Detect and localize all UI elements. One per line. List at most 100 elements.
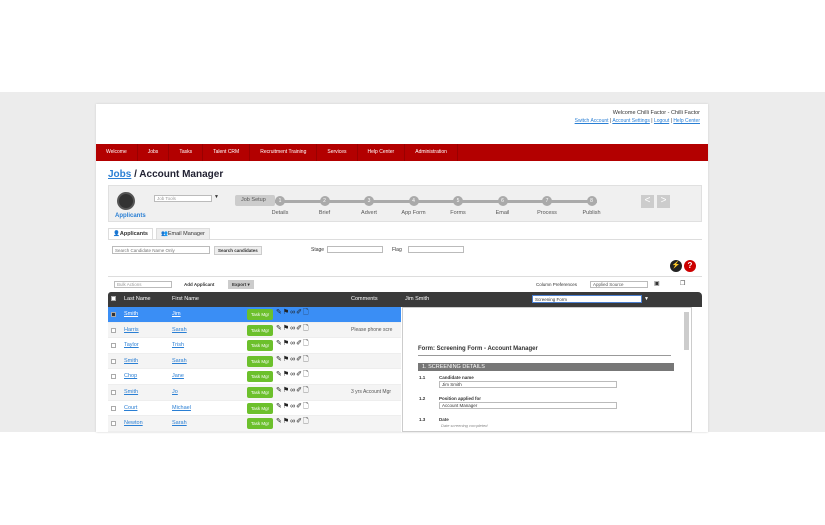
search-candidates-button[interactable]: Search candidates bbox=[214, 246, 262, 255]
table-row[interactable]: Court Michael Task Mgr ✎⚑∞✐🗋 bbox=[108, 401, 401, 417]
row-checkbox[interactable] bbox=[111, 343, 116, 349]
first-name-link[interactable]: Michael bbox=[172, 405, 191, 411]
job-tools-select[interactable]: Job Tools bbox=[154, 195, 212, 202]
first-name-link[interactable]: Sarah bbox=[172, 420, 187, 426]
breadcrumb-jobs-link[interactable]: Jobs bbox=[108, 169, 131, 180]
help-center-link[interactable]: Help Center bbox=[673, 118, 700, 124]
tab-applicants[interactable]: 👤Applicants bbox=[108, 228, 153, 239]
row-checkbox[interactable] bbox=[111, 374, 116, 380]
step-label[interactable]: Process bbox=[527, 210, 567, 216]
job-setup-button[interactable]: Job Setup bbox=[235, 195, 275, 206]
nav-administration[interactable]: Administration bbox=[405, 144, 458, 161]
first-name-link[interactable]: Jim bbox=[172, 311, 181, 317]
step-label[interactable]: Email bbox=[483, 210, 523, 216]
step-1-marker[interactable]: 1 bbox=[275, 196, 285, 206]
popout-icon[interactable]: ❐ bbox=[680, 280, 685, 287]
last-name-link[interactable]: Smith bbox=[124, 358, 138, 364]
table-row[interactable]: Harris Sarah Task Mgr ✎⚑∞✐🗋 Please phone… bbox=[108, 322, 401, 339]
table-row[interactable]: Smith Sarah Task Mgr ✎⚑∞✐🗋 bbox=[108, 353, 401, 370]
document-icon[interactable]: 🗋 bbox=[303, 325, 310, 332]
task-manager-button[interactable]: Task Mgr bbox=[247, 371, 273, 383]
task-manager-button[interactable]: Task Mgr bbox=[247, 309, 273, 320]
lightning-icon[interactable]: ⚡ bbox=[670, 260, 682, 272]
last-name-link[interactable]: Taylor bbox=[124, 342, 139, 348]
step-2-marker[interactable]: 2 bbox=[319, 196, 330, 206]
document-icon[interactable]: 🗋 bbox=[303, 371, 310, 378]
step-5-marker[interactable]: 5 bbox=[453, 196, 463, 206]
nav-recruitment-training[interactable]: Recruitment Training bbox=[250, 144, 318, 161]
add-applicant-button[interactable]: Add Applicant bbox=[184, 282, 214, 287]
step-8-marker[interactable]: 8 bbox=[586, 196, 597, 206]
form-select[interactable]: Screening Form bbox=[532, 295, 642, 303]
step-label[interactable]: Publish bbox=[572, 210, 612, 216]
header-comments[interactable]: Comments bbox=[351, 296, 378, 302]
last-name-link[interactable]: Smith bbox=[124, 311, 138, 317]
prev-button[interactable]: < bbox=[641, 195, 654, 208]
step-3-marker[interactable]: 3 bbox=[364, 196, 374, 206]
row-checkbox[interactable] bbox=[111, 421, 116, 427]
table-row[interactable]: Taylor Trish Task Mgr ✎⚑∞✐🗋 bbox=[108, 338, 401, 354]
nav-jobs[interactable]: Jobs bbox=[138, 144, 170, 161]
edit-icon[interactable]: ✎ bbox=[276, 403, 283, 410]
edit-icon[interactable]: ✎ bbox=[276, 325, 283, 332]
task-manager-button[interactable]: Task Mgr bbox=[247, 402, 273, 414]
header-last-name[interactable]: Last Name bbox=[124, 296, 151, 302]
task-manager-button[interactable]: Task Mgr bbox=[247, 324, 273, 336]
candidate-name-field[interactable]: Jim Smith bbox=[439, 381, 617, 388]
edit-icon[interactable]: ✎ bbox=[276, 309, 283, 316]
first-name-link[interactable]: Sarah bbox=[172, 327, 187, 333]
row-checkbox[interactable] bbox=[111, 405, 116, 411]
row-checkbox[interactable] bbox=[111, 390, 116, 395]
stage-select[interactable] bbox=[327, 246, 383, 253]
edit-icon[interactable]: ✎ bbox=[276, 418, 283, 425]
next-button[interactable]: > bbox=[657, 195, 670, 208]
flag-select[interactable] bbox=[408, 246, 464, 253]
table-row[interactable]: Newton Sarah Task Mgr ✎⚑∞✐🗋 bbox=[108, 416, 401, 432]
search-input[interactable] bbox=[112, 246, 210, 254]
chevron-down-icon[interactable]: ▼ bbox=[644, 296, 649, 302]
column-preferences-select[interactable]: Applied Source bbox=[590, 281, 648, 288]
document-icon[interactable]: 🗋 bbox=[303, 309, 310, 316]
attachment-icon[interactable]: ✐ bbox=[296, 325, 303, 332]
attachment-icon[interactable]: ✐ bbox=[296, 418, 303, 425]
bulk-actions-select[interactable]: Bulk Actions bbox=[114, 281, 172, 288]
applicants-label[interactable]: Applicants bbox=[115, 213, 146, 219]
help-icon[interactable]: ? bbox=[684, 260, 696, 272]
step-label[interactable]: Brief bbox=[305, 210, 345, 216]
row-checkbox[interactable] bbox=[111, 327, 116, 333]
nav-welcome[interactable]: Welcome bbox=[96, 144, 138, 161]
select-all-checkbox[interactable] bbox=[111, 296, 116, 301]
scrollbar[interactable] bbox=[684, 312, 689, 350]
edit-icon[interactable]: ✎ bbox=[276, 387, 283, 394]
logout-link[interactable]: Logout bbox=[654, 118, 669, 124]
account-settings-link[interactable]: Account Settings bbox=[612, 118, 650, 124]
tab-email-manager[interactable]: 👥Email Manager bbox=[156, 228, 210, 239]
switch-account-link[interactable]: Switch Account bbox=[575, 118, 609, 124]
table-row[interactable]: Smith Jim Task Mgr ✎⚑∞✐🗋 bbox=[108, 307, 401, 323]
attachment-icon[interactable]: ✐ bbox=[296, 356, 303, 363]
step-7-marker[interactable]: 7 bbox=[542, 196, 552, 206]
attachment-icon[interactable]: ✐ bbox=[296, 371, 303, 378]
step-label[interactable]: App Form bbox=[394, 210, 434, 216]
row-checkbox[interactable] bbox=[111, 312, 116, 317]
table-row[interactable]: Smith Jo Task Mgr ✎⚑∞✐🗋 3 yrs Account Mg… bbox=[108, 385, 401, 401]
applicants-user-icon[interactable] bbox=[117, 192, 135, 210]
attachment-icon[interactable]: ✐ bbox=[296, 340, 303, 347]
row-checkbox[interactable] bbox=[111, 358, 116, 364]
step-label[interactable]: Details bbox=[260, 210, 300, 216]
step-4-marker[interactable]: 4 bbox=[408, 196, 419, 206]
task-manager-button[interactable]: Task Mgr bbox=[247, 418, 273, 430]
attachment-icon[interactable]: ✐ bbox=[296, 403, 303, 410]
nav-tasks[interactable]: Tasks bbox=[169, 144, 204, 161]
task-manager-button[interactable]: Task Mgr bbox=[247, 387, 273, 398]
nav-help-center[interactable]: Help Center bbox=[358, 144, 406, 161]
position-field[interactable]: Account Manager bbox=[439, 402, 617, 409]
document-icon[interactable]: 🗋 bbox=[303, 356, 310, 363]
last-name-link[interactable]: Harris bbox=[124, 327, 139, 333]
task-manager-button[interactable]: Task Mgr bbox=[247, 340, 273, 352]
first-name-link[interactable]: Jo bbox=[172, 389, 178, 395]
step-label[interactable]: Forms bbox=[438, 210, 478, 216]
last-name-link[interactable]: Chop bbox=[124, 373, 137, 379]
task-manager-button[interactable]: Task Mgr bbox=[247, 355, 273, 367]
document-icon[interactable]: 🗋 bbox=[303, 418, 310, 425]
